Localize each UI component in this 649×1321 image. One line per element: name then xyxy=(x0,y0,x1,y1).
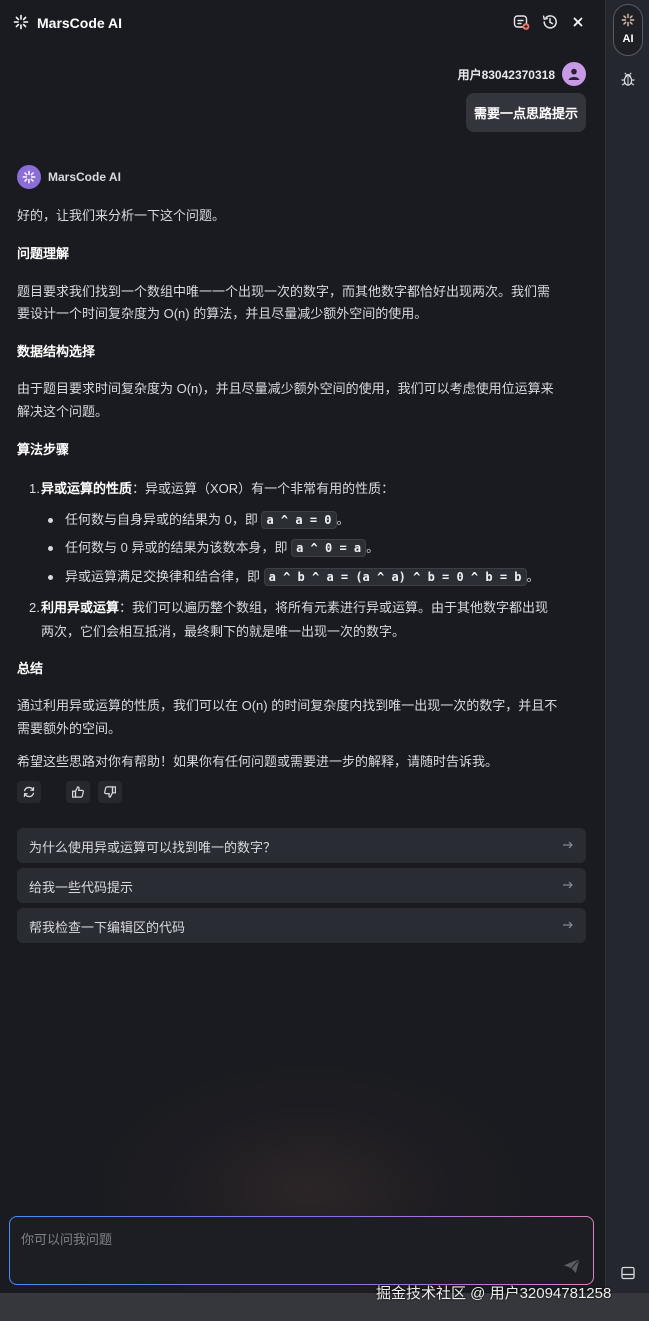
thumbs-up-icon xyxy=(72,786,84,798)
list-number: 2. xyxy=(29,600,40,615)
section-heading: 数据结构选择 xyxy=(17,344,96,359)
list-item-bold: 利用异或运算 xyxy=(41,600,120,615)
layout-icon[interactable] xyxy=(621,1266,635,1280)
list-item-text: ：我们可以遍历整个数组，将所有元素进行异或运算。由于其他数字都出现 xyxy=(119,600,549,615)
bullet-text: 异或运算满足交换律和结合律，即 xyxy=(65,569,261,584)
bug-icon[interactable] xyxy=(620,71,636,87)
chat-input-placeholder: 你可以问我问题 xyxy=(21,1232,113,1247)
suggestion-label: 为什么使用异或运算可以找到唯一的数字？ xyxy=(29,840,277,855)
sparkle-icon xyxy=(22,170,36,184)
paragraph-line: 题目要求我们找到一个数组中唯一一个出现一次的数字，而其他数字都恰好出现两次。我们… xyxy=(17,284,551,299)
suggestion-item[interactable]: 为什么使用异或运算可以找到唯一的数字？ xyxy=(17,828,586,863)
user-avatar xyxy=(562,62,586,86)
inline-code: a ^ 0 = a xyxy=(291,539,367,557)
refresh-icon xyxy=(23,786,35,798)
paragraph-line: 通过利用异或运算的性质，我们可以在 O(n) 的时间复杂度内找到唯一出现一次的数… xyxy=(17,698,558,713)
bullet-item: 任何数与 0 异或的结果为该数本身，即 a ^ 0 = a。 xyxy=(65,537,379,559)
bullet xyxy=(48,575,53,580)
sparkle-icon xyxy=(621,13,635,27)
list-item-text: ：异或运算（XOR）有一个非常有用的性质： xyxy=(132,481,395,496)
paragraph-line: 要设计一个时间复杂度为 O(n) 的算法，并且尽量减少额外空间的使用。 xyxy=(17,306,428,321)
list-item: 异或运算的性质：异或运算（XOR）有一个非常有用的性质： xyxy=(41,478,394,500)
bullet-text: 任何数与自身异或的结果为 0，即 xyxy=(65,512,258,527)
thumbs-down-icon xyxy=(104,786,117,798)
intro-text: 好的，让我们来分析一下这个问题。 xyxy=(17,208,226,223)
list-item: 利用异或运算：我们可以遍历整个数组，将所有元素进行异或运算。由于其他数字都出现 xyxy=(41,597,548,619)
thumbs-up-button[interactable] xyxy=(66,781,90,803)
section-heading: 总结 xyxy=(17,661,44,676)
send-icon[interactable] xyxy=(563,1258,581,1274)
assistant-name: MarsCode AI xyxy=(48,170,121,184)
watermark: 掘金技术社区 @ 用户32094781258 xyxy=(376,1285,612,1302)
new-chat-icon[interactable] xyxy=(512,13,530,31)
paragraph-line: 由于题目要求时间复杂度为 O(n)，并且尽量减少额外空间的使用，我们可以考虑使用… xyxy=(17,381,554,396)
bullet xyxy=(48,518,53,523)
regenerate-button[interactable] xyxy=(17,781,41,803)
paragraph-line: 需要额外的空间。 xyxy=(17,721,122,736)
rail-ai-button[interactable]: AI xyxy=(613,4,643,56)
assistant-avatar xyxy=(17,165,41,189)
history-icon[interactable] xyxy=(541,13,559,31)
suggestion-item[interactable]: 帮我检查一下编辑区的代码 xyxy=(17,908,586,943)
bullet-text: 任何数与 0 异或的结果为该数本身，即 xyxy=(65,540,288,555)
list-number: 1. xyxy=(29,481,40,496)
section-heading: 问题理解 xyxy=(17,246,70,261)
suggestion-item[interactable]: 给我一些代码提示 xyxy=(17,868,586,903)
period: 。 xyxy=(366,540,380,555)
rail-ai-label: AI xyxy=(622,33,634,45)
user-name: 用户83042370318 xyxy=(457,67,555,82)
arrow-right-icon xyxy=(563,841,573,849)
close-icon[interactable] xyxy=(569,13,587,31)
suggestion-label: 给我一些代码提示 xyxy=(29,880,134,895)
arrow-right-icon xyxy=(563,921,573,929)
bullet-item: 异或运算满足交换律和结合律，即 a ^ b ^ a = (a ^ a) ^ b … xyxy=(65,566,540,588)
assistant-header: MarsCode AI xyxy=(17,165,121,189)
section-heading: 算法步骤 xyxy=(17,442,70,457)
app-title: MarsCode AI xyxy=(37,15,123,31)
chat-header: MarsCode AI xyxy=(0,0,605,46)
suggestion-label: 帮我检查一下编辑区的代码 xyxy=(29,920,186,935)
inline-code: a ^ b ^ a = (a ^ a) ^ b = 0 ^ b = b xyxy=(263,568,527,586)
period: 。 xyxy=(336,512,350,527)
bullet xyxy=(48,546,53,551)
chat-input[interactable]: 你可以问我问题 xyxy=(10,1217,593,1284)
thumbs-down-button[interactable] xyxy=(98,781,122,803)
arrow-right-icon xyxy=(563,881,573,889)
chat-panel: MarsCode AI 用户83042370318 需要一点思路提示 MarsC… xyxy=(0,0,605,1293)
sparkle-icon xyxy=(13,14,29,30)
user-message-bubble: 需要一点思路提示 xyxy=(465,93,586,132)
list-item-continuation: 两次，它们会相互抵消，最终剩下的就是唯一出现一次的数字。 xyxy=(41,624,406,639)
inline-code: a ^ a = 0 xyxy=(261,511,337,529)
right-rail xyxy=(605,0,649,1293)
closing-text: 希望这些思路对你有帮助！如果你有任何问题或需要进一步的解释，请随时告诉我。 xyxy=(17,754,499,769)
user-icon xyxy=(568,68,580,80)
user-message-header: 用户83042370318 xyxy=(458,62,586,86)
paragraph-line: 解决这个问题。 xyxy=(17,404,109,419)
chat-input-container: 你可以问我问题 xyxy=(9,1216,594,1285)
list-item-bold: 异或运算的性质 xyxy=(41,481,133,496)
period: 。 xyxy=(526,569,540,584)
bullet-item: 任何数与自身异或的结果为 0，即 a ^ a = 0。 xyxy=(65,509,350,531)
